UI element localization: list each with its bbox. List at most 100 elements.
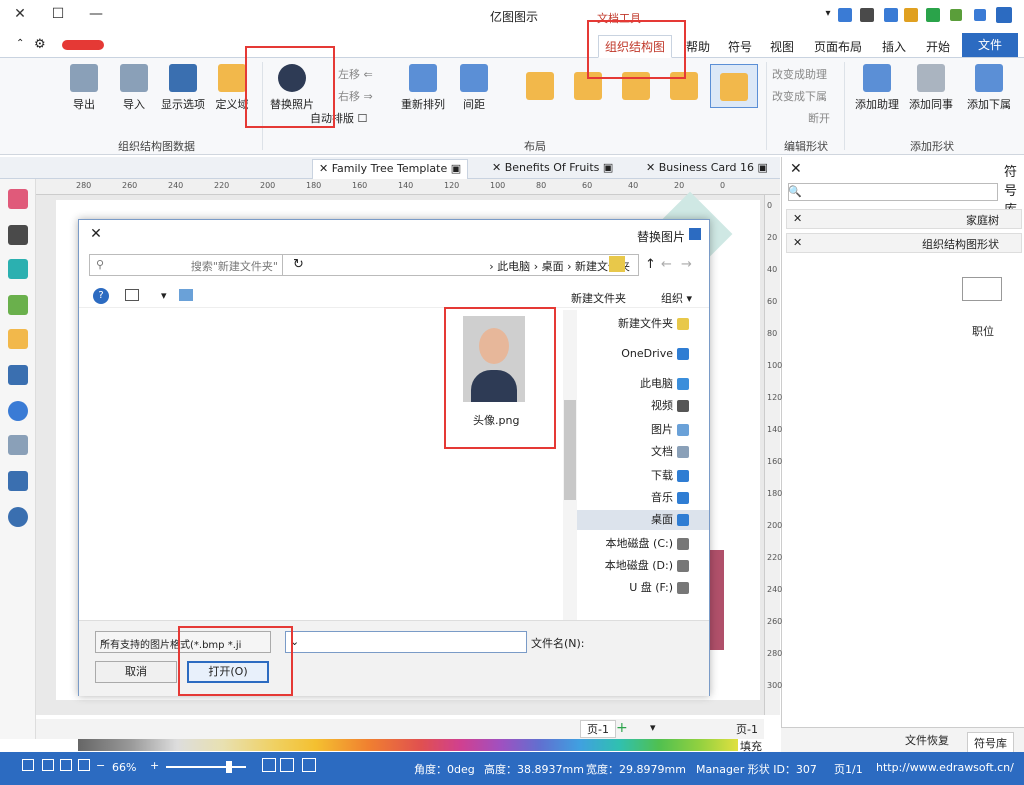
minimize-window-button[interactable]: — — [86, 6, 106, 26]
full-screen-icon[interactable] — [262, 758, 276, 772]
panel-close-icon[interactable]: ✕ — [790, 161, 802, 177]
filename-input[interactable]: ⌄ — [285, 631, 527, 653]
quick-access-dropdown-icon[interactable]: ▾ — [820, 8, 836, 24]
view-mode-icon[interactable] — [179, 289, 193, 301]
close-window-button[interactable]: ✕ — [10, 6, 30, 26]
rearrange-button[interactable]: 重新排列 — [396, 64, 450, 112]
zoom-in-icon[interactable]: + — [150, 759, 159, 772]
nav-item[interactable]: 视频 — [651, 396, 689, 416]
dialog-close-button[interactable]: ✕ — [87, 226, 105, 242]
fit-icon[interactable] — [60, 759, 72, 771]
spacing-button[interactable]: 间距 — [454, 64, 494, 112]
export-button[interactable]: 导出 — [66, 64, 102, 112]
image-icon[interactable] — [8, 295, 28, 315]
back-icon[interactable]: ← — [661, 257, 672, 272]
category-family-tree[interactable]: ✕ 家庭树 — [786, 209, 1022, 229]
document-icon[interactable] — [8, 435, 28, 455]
display-options-button[interactable]: 显示选项 — [158, 64, 208, 112]
doc-tab-benefits-fruits[interactable]: ✕ Benefits Of Fruits ▣ — [486, 159, 619, 179]
doc-tab-family-tree[interactable]: ✕ Family Tree Template ▣ — [312, 159, 469, 179]
fit-width-icon[interactable] — [78, 759, 90, 771]
layer-icon[interactable] — [8, 329, 28, 349]
tab-file-recovery[interactable]: 文件恢复 — [905, 732, 949, 748]
tab-symbol-library[interactable]: 符号库 — [967, 732, 1014, 754]
nav-item[interactable]: 桌面 — [577, 510, 709, 530]
nav-item[interactable]: OneDrive — [621, 344, 689, 364]
layout-style-5-button[interactable] — [518, 64, 562, 108]
add-assistant-button[interactable]: 添加助理 — [850, 64, 904, 112]
zoom-slider-handle[interactable] — [226, 761, 232, 773]
position-shape-thumbnail[interactable] — [962, 277, 1002, 301]
doc-tab-business-card[interactable]: ✕ Business Card 16 ▣ — [640, 159, 774, 179]
zoom-slider[interactable] — [166, 766, 246, 768]
tab-page-layout[interactable]: 页面布局 — [808, 36, 868, 57]
line-tool-icon[interactable] — [8, 225, 28, 245]
zoom-out-icon[interactable]: − — [96, 759, 105, 772]
open-icon[interactable] — [904, 8, 918, 22]
up-icon[interactable]: ↑ — [645, 257, 656, 272]
export-icon[interactable] — [838, 8, 852, 22]
nav-item[interactable]: 图片 — [651, 420, 689, 440]
nav-item[interactable]: 音乐 — [651, 488, 689, 508]
page-view-icon[interactable] — [280, 758, 294, 772]
nav-item[interactable]: 本地磁盘 (C:) — [606, 534, 689, 554]
preview-pane-icon[interactable] — [125, 289, 139, 301]
tab-start[interactable]: 开始 — [920, 36, 956, 57]
nav-item[interactable]: U 盘 (F:) — [629, 578, 689, 598]
view-dropdown-icon[interactable]: ▾ — [161, 289, 167, 302]
page-dropdown-icon[interactable]: ▾ — [650, 721, 656, 734]
import-button[interactable]: 导入 — [116, 64, 152, 112]
color-palette[interactable] — [78, 739, 738, 751]
forward-icon[interactable]: → — [681, 257, 692, 272]
print-icon[interactable] — [884, 8, 898, 22]
add-subordinate-button[interactable]: 添加下属 — [962, 64, 1016, 112]
snap-icon[interactable] — [22, 759, 34, 771]
move-right-button[interactable]: 右移 ⇒ — [338, 88, 373, 104]
fill-icon[interactable] — [8, 259, 28, 279]
move-left-button[interactable]: 左移 ⇐ — [338, 66, 373, 82]
refresh-icon[interactable]: ↻ — [293, 257, 304, 272]
tab-view[interactable]: 视图 — [764, 36, 800, 57]
globe-icon[interactable] — [8, 401, 28, 421]
tab-insert[interactable]: 插入 — [876, 36, 912, 57]
search-input[interactable]: 搜索"新建文件夹" ⚲ — [89, 254, 283, 276]
grid-icon[interactable] — [42, 759, 54, 771]
break-button[interactable]: 断开 — [808, 110, 830, 126]
new-icon[interactable] — [926, 8, 940, 22]
settings-gear-icon[interactable]: ⚙ — [28, 35, 52, 54]
tab-symbol[interactable]: 符号 — [722, 36, 758, 57]
symbol-search-input[interactable] — [788, 183, 998, 201]
format-painter-icon[interactable] — [8, 189, 28, 209]
category-org-shapes[interactable]: ✕ 组织结构图形状 — [786, 233, 1022, 253]
comment-icon[interactable] — [8, 471, 28, 491]
new-folder-button[interactable]: 新建文件夹 — [571, 290, 626, 306]
save-icon[interactable] — [860, 8, 874, 22]
help-icon[interactable] — [8, 507, 28, 527]
undo-icon[interactable] — [950, 9, 962, 21]
maximize-window-button[interactable]: ☐ — [48, 6, 68, 26]
page-icon[interactable] — [8, 365, 28, 385]
search-icon[interactable]: 🔍 — [788, 185, 802, 198]
nav-item[interactable]: 下载 — [651, 466, 689, 486]
close-icon[interactable]: ✕ — [793, 212, 802, 225]
page-tab[interactable]: 页-1 — [580, 720, 616, 738]
fit-page-icon[interactable] — [302, 758, 316, 772]
organize-button[interactable]: 组织 ▾ — [661, 290, 692, 306]
cancel-button[interactable]: 取消 — [95, 661, 177, 683]
status-url[interactable]: http://www.edrawsoft.cn/ — [876, 761, 1014, 774]
change-to-assistant-button[interactable]: 改变成助理 — [772, 66, 827, 82]
nav-item[interactable]: 新建文件夹 — [618, 314, 689, 334]
add-peer-button[interactable]: 添加同事 — [904, 64, 958, 112]
layout-style-1-button[interactable] — [710, 64, 758, 108]
close-icon[interactable]: ✕ — [793, 236, 802, 249]
breadcrumb-desktop[interactable]: 桌面 — [542, 260, 564, 273]
add-page-icon[interactable]: + — [616, 720, 628, 736]
tab-file[interactable]: 文件 — [962, 33, 1018, 57]
breadcrumb-this-pc[interactable]: 此电脑 — [497, 260, 530, 273]
help-icon[interactable]: ? — [93, 288, 109, 304]
change-to-subordinate-button[interactable]: 改变成下属 — [772, 88, 827, 104]
nav-item[interactable]: 本地磁盘 (D:) — [605, 556, 689, 576]
palette-swatches[interactable] — [78, 739, 738, 751]
redo-icon[interactable] — [974, 9, 986, 21]
nav-item[interactable]: 此电脑 — [640, 374, 689, 394]
